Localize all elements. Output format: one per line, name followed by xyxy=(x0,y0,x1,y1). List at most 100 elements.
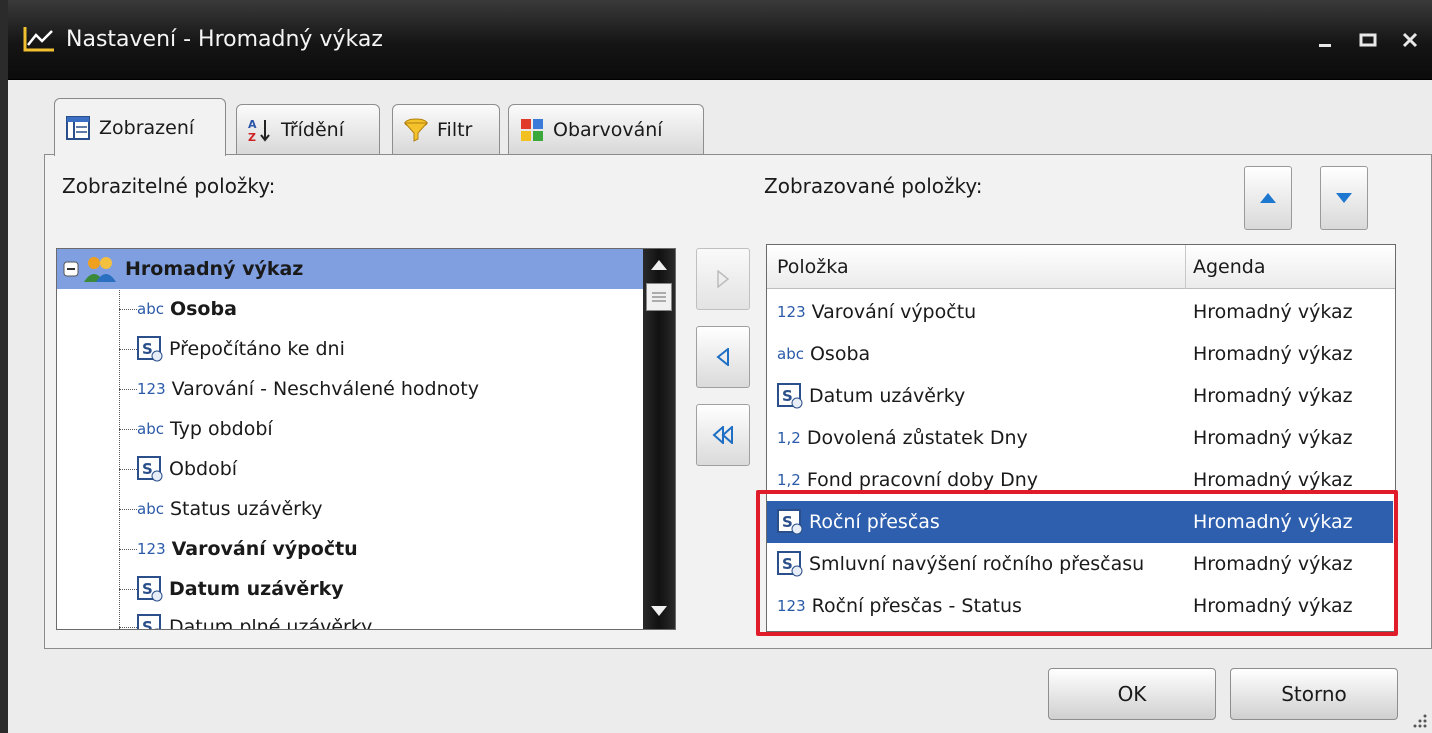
column-separator[interactable] xyxy=(1185,245,1186,289)
calendar-letter: S xyxy=(142,340,153,358)
arrow-up-icon xyxy=(1260,193,1276,203)
row-item: Datum uzávěrky xyxy=(809,385,966,407)
calendar-field-icon: S xyxy=(137,576,163,602)
available-items-label: Zobrazitelné položky: xyxy=(62,174,276,198)
close-icon xyxy=(1402,32,1418,48)
remove-item-button[interactable] xyxy=(696,326,750,388)
tree-item[interactable]: abc Typ období xyxy=(137,409,273,449)
row-agenda: Hromadný výkaz xyxy=(1193,469,1353,491)
ok-button[interactable]: OK xyxy=(1048,668,1216,720)
users-group-icon xyxy=(84,257,116,282)
close-button[interactable] xyxy=(1392,22,1428,58)
tree-guide xyxy=(119,349,137,350)
svg-text:Z: Z xyxy=(248,131,256,143)
row-agenda: Hromadný výkaz xyxy=(1193,343,1353,365)
chart-icon xyxy=(23,27,54,52)
funnel-icon xyxy=(403,118,429,142)
tree-item[interactable]: 123 Varování - Neschválené hodnoty xyxy=(137,369,479,409)
list-row[interactable]: 123 Varování výpočtu Hromadný výkaz xyxy=(767,291,1393,333)
list-row[interactable]: 1,2 Dovolená zůstatek Dny Hromadný výkaz xyxy=(767,417,1393,459)
tree-item[interactable]: S Období xyxy=(137,449,237,489)
tree-item[interactable]: S Datum plné uzávěrky xyxy=(137,607,373,630)
tree-item-label: Datum plné uzávěrky xyxy=(169,616,373,630)
tree-item-label: Varování - Neschválené hodnoty xyxy=(171,378,479,400)
scroll-up-button[interactable] xyxy=(643,249,675,281)
calendar-letter: S xyxy=(142,618,153,630)
tree-item-label: Osoba xyxy=(169,298,237,320)
arrow-down-icon xyxy=(1336,193,1352,203)
color-grid-icon xyxy=(521,118,543,141)
text-type-icon: abc xyxy=(137,420,164,438)
minimize-button[interactable] xyxy=(1308,22,1344,58)
calendar-letter: S xyxy=(782,387,793,405)
calendar-field-icon: S xyxy=(137,336,163,362)
tree-item-label: Status uzávěrky xyxy=(169,498,323,520)
number-type-icon: 123 xyxy=(137,540,166,558)
displayed-items-label: Zobrazované položky: xyxy=(764,174,983,198)
resize-grip-icon[interactable] xyxy=(1412,713,1428,729)
tree-root-label: Hromadný výkaz xyxy=(125,258,304,280)
maximize-button[interactable] xyxy=(1350,22,1386,58)
tree-guide xyxy=(119,389,137,390)
tree-guide xyxy=(119,283,120,629)
decimal-type-icon: 1,2 xyxy=(777,429,801,447)
row-item: Osoba xyxy=(809,343,871,365)
tree-item[interactable]: S Přepočítáno ke dni xyxy=(137,329,345,369)
calendar-letter: S xyxy=(142,460,153,478)
number-type-icon: 123 xyxy=(777,303,806,321)
text-type-icon: abc xyxy=(777,345,804,363)
list-row[interactable]: S Datum uzávěrky Hromadný výkaz xyxy=(767,375,1393,417)
tree-scrollbar[interactable] xyxy=(643,249,675,629)
tree-guide xyxy=(119,589,137,590)
text-type-icon: abc xyxy=(137,500,164,518)
scroll-thumb[interactable] xyxy=(646,283,672,311)
tab-trideni[interactable]: A Z Třídění xyxy=(236,104,380,154)
decimal-type-icon: 1,2 xyxy=(777,471,801,489)
row-agenda: Hromadný výkaz xyxy=(1193,385,1353,407)
tree-item[interactable]: S Datum uzávěrky xyxy=(137,569,344,609)
maximize-icon xyxy=(1359,33,1377,47)
cancel-button-label: Storno xyxy=(1281,682,1347,706)
highlight-annotation xyxy=(756,490,1398,636)
tab-label: Filtr xyxy=(437,118,473,141)
tab-filtr[interactable]: Filtr xyxy=(392,104,500,154)
add-item-button[interactable] xyxy=(696,248,750,310)
available-items-tree[interactable]: Hromadný výkaz abc Osoba S Přepočítáno k… xyxy=(56,248,676,630)
row-item: Dovolená zůstatek Dny xyxy=(806,427,1028,449)
row-agenda: Hromadný výkaz xyxy=(1193,301,1353,323)
tab-zobrazeni[interactable]: Zobrazení xyxy=(54,98,226,156)
tree-root[interactable]: Hromadný výkaz xyxy=(57,249,643,289)
tree-guide xyxy=(119,309,137,310)
remove-all-button[interactable] xyxy=(696,404,750,466)
calendar-letter: S xyxy=(142,580,153,598)
list-row[interactable]: abc Osoba Hromadný výkaz xyxy=(767,333,1393,375)
tree-item[interactable]: abc Status uzávěrky xyxy=(137,489,323,529)
tree-guide xyxy=(119,627,137,628)
title-bar[interactable]: Nastavení - Hromadný výkaz xyxy=(8,0,1432,80)
row-item: Varování výpočtu xyxy=(811,301,977,323)
calendar-field-icon: S xyxy=(777,383,803,409)
calendar-field-icon: S xyxy=(137,456,163,482)
move-down-button[interactable] xyxy=(1320,166,1368,230)
collapse-icon[interactable] xyxy=(63,261,79,277)
arrow-right-icon xyxy=(717,270,730,288)
cancel-button[interactable]: Storno xyxy=(1230,668,1398,720)
tree-item[interactable]: 123 Varování výpočtu xyxy=(137,529,358,569)
ok-button-label: OK xyxy=(1117,682,1147,706)
tree-guide xyxy=(119,549,137,550)
tree-guide xyxy=(119,469,137,470)
scroll-up-icon xyxy=(651,260,667,270)
scroll-down-button[interactable] xyxy=(643,595,675,627)
tree-item[interactable]: abc Osoba xyxy=(137,289,237,329)
tab-label: Obarvování xyxy=(553,118,663,141)
column-header-agenda[interactable]: Agenda xyxy=(1193,245,1266,289)
dialog-window: Nastavení - Hromadný výkaz Zobrazení A Z… xyxy=(0,0,1432,733)
tab-obarvovani[interactable]: Obarvování xyxy=(508,104,704,154)
column-header-item[interactable]: Položka xyxy=(777,245,849,289)
move-up-button[interactable] xyxy=(1244,166,1292,230)
window-title: Nastavení - Hromadný výkaz xyxy=(66,27,383,52)
tree-guide xyxy=(119,509,137,510)
tab-label: Třídění xyxy=(281,118,344,141)
tree-guide xyxy=(119,429,137,430)
tree-item-label: Přepočítáno ke dni xyxy=(169,338,345,360)
